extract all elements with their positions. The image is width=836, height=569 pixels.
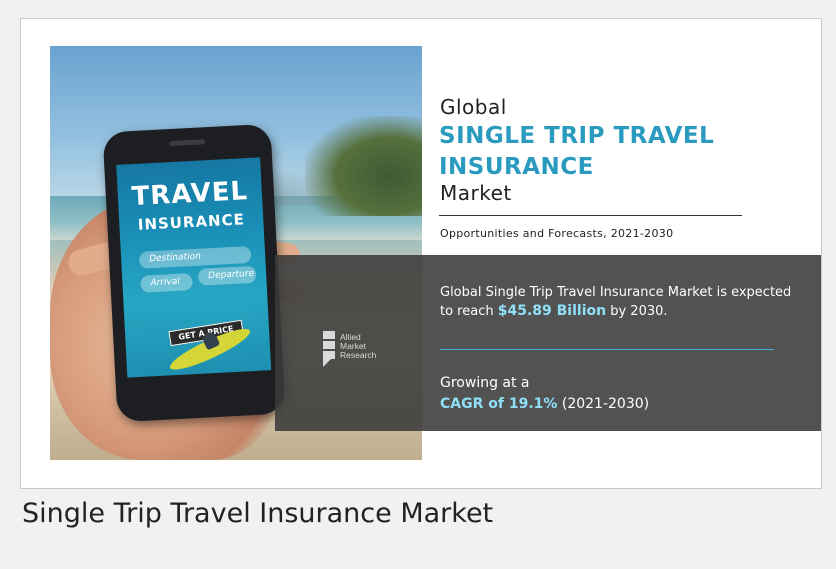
subtitle: Opportunities and Forecasts, 2021-2030	[440, 227, 674, 240]
destination-field: Destination	[138, 245, 252, 269]
logo-text: Research	[340, 350, 377, 360]
growing-label: Growing at a	[440, 375, 530, 391]
logo-mark-icon	[323, 331, 335, 367]
divider	[439, 215, 742, 216]
screen-title: TRAVEL	[130, 176, 249, 213]
allied-market-research-logo: Allied Market Research	[323, 331, 403, 377]
cagr-statement: CAGR of 19.1% (2021-2030)	[440, 396, 649, 412]
phone-speaker	[169, 139, 206, 147]
departure-field: Departure	[197, 265, 257, 286]
smartphone: TRAVEL INSURANCE Destination Arrival Dep…	[102, 123, 286, 423]
stat-suffix: by 2030.	[610, 304, 668, 319]
arrival-field: Arrival	[140, 273, 193, 293]
heading-global: Global	[440, 95, 507, 119]
title-line-1: SINGLE TRIP TRAVEL	[439, 123, 715, 149]
title-line-2: INSURANCE	[439, 154, 594, 180]
phone-screen: TRAVEL INSURANCE Destination Arrival Dep…	[116, 157, 272, 378]
cagr-value: CAGR of 19.1%	[440, 396, 558, 412]
screen-subtitle: INSURANCE	[137, 210, 246, 234]
divider	[440, 349, 774, 350]
island-trees	[305, 116, 422, 216]
market-size-statement: Global Single Trip Travel Insurance Mark…	[440, 283, 800, 321]
stat-value: $45.89 Billion	[497, 303, 607, 319]
cagr-period: (2021-2030)	[561, 396, 650, 412]
heading-market: Market	[440, 181, 512, 205]
infographic-card: TRAVEL INSURANCE Destination Arrival Dep…	[20, 18, 822, 489]
image-caption: Single Trip Travel Insurance Market	[22, 498, 494, 529]
